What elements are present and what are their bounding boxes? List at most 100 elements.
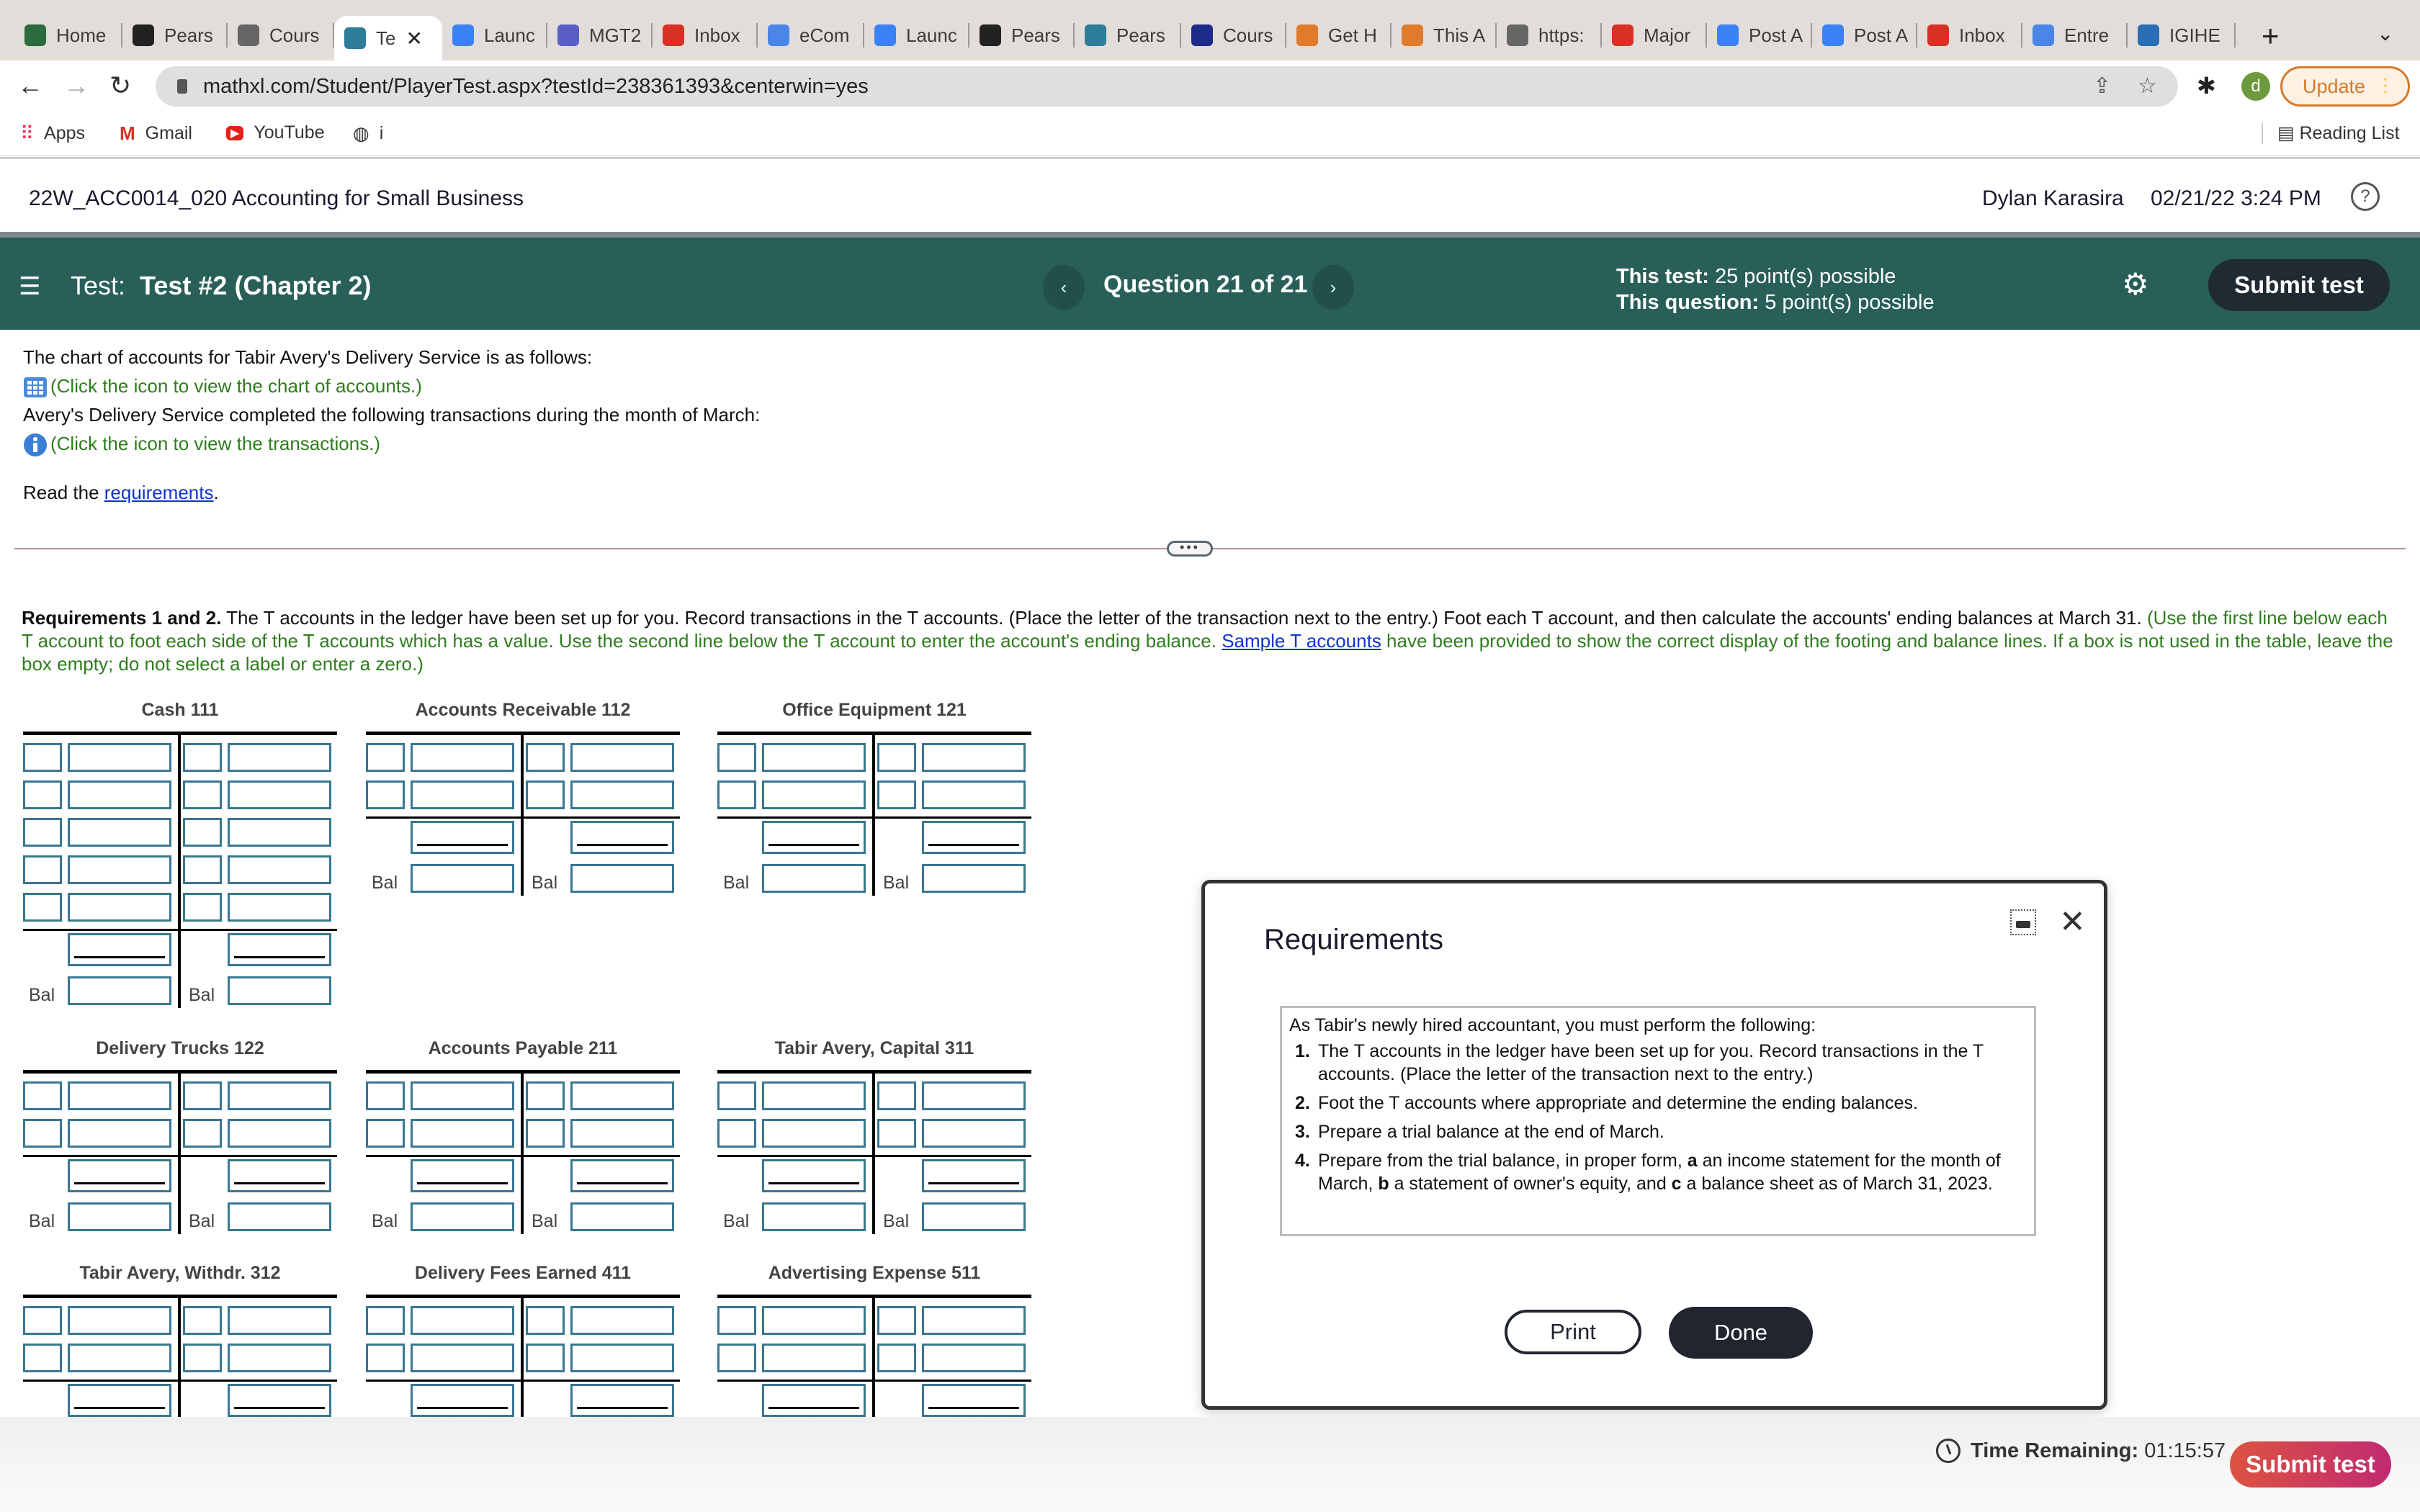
amount-input-credit[interactable] <box>228 893 331 922</box>
submit-test-button-top[interactable]: Submit test <box>2208 259 2390 311</box>
footing-input-debit[interactable] <box>762 1384 866 1417</box>
amount-input-credit[interactable] <box>228 1306 331 1335</box>
update-button[interactable]: Update ⋮ <box>2280 66 2410 107</box>
amount-input-debit[interactable] <box>411 1119 514 1148</box>
amount-input-credit[interactable] <box>922 1081 1026 1110</box>
footing-input-debit[interactable] <box>68 933 171 966</box>
amount-input-debit[interactable] <box>411 1344 514 1372</box>
amount-input-debit[interactable] <box>68 780 171 809</box>
amount-input-debit[interactable] <box>68 855 171 884</box>
address-bar[interactable]: mathxl.com/Student/PlayerTest.aspx?testI… <box>156 66 2178 107</box>
footing-input-credit[interactable] <box>922 1159 1026 1192</box>
browser-tab[interactable]: Pears <box>1075 16 1181 55</box>
amount-input-debit[interactable] <box>68 1344 171 1372</box>
letter-input-debit[interactable] <box>366 780 405 809</box>
letter-input-credit[interactable] <box>526 1081 565 1110</box>
letter-input-credit[interactable] <box>526 1306 565 1335</box>
letter-input-credit[interactable] <box>877 1119 916 1148</box>
letter-input-debit[interactable] <box>23 1306 62 1335</box>
balance-input-debit[interactable] <box>411 1202 514 1231</box>
share-icon[interactable]: ⇪ <box>2093 73 2111 99</box>
browser-tab[interactable]: MGT2 <box>547 16 653 55</box>
question-indicator[interactable]: Question 21 of 21 <box>1103 271 1307 299</box>
browser-tab[interactable]: https: <box>1497 16 1602 55</box>
amount-input-credit[interactable] <box>228 1344 331 1372</box>
balance-input-credit[interactable] <box>922 864 1026 893</box>
balance-input-debit[interactable] <box>762 864 866 893</box>
footing-input-debit[interactable] <box>68 1159 171 1192</box>
amount-input-credit[interactable] <box>922 1119 1026 1148</box>
letter-input-credit[interactable] <box>526 1344 565 1372</box>
pane-resize-handle[interactable]: ••• <box>1167 541 1213 557</box>
letter-input-debit[interactable] <box>366 1081 405 1110</box>
amount-input-debit[interactable] <box>762 1119 866 1148</box>
letter-input-credit[interactable] <box>526 1119 565 1148</box>
letter-input-debit[interactable] <box>366 1119 405 1148</box>
amount-input-credit[interactable] <box>228 1081 331 1110</box>
amount-input-credit[interactable] <box>570 1344 674 1372</box>
table-grid-icon[interactable] <box>23 377 48 398</box>
browser-tab[interactable]: IGIHE <box>2128 16 2236 55</box>
amount-input-debit[interactable] <box>762 780 866 809</box>
print-button[interactable]: Print <box>1505 1310 1641 1354</box>
letter-input-credit[interactable] <box>877 743 916 772</box>
letter-input-debit[interactable] <box>717 1306 756 1335</box>
requirements-link[interactable]: requirements <box>104 482 214 503</box>
letter-input-credit[interactable] <box>183 1119 222 1148</box>
letter-input-credit[interactable] <box>183 743 222 772</box>
bookmark-i[interactable]: ◍ i <box>353 122 383 145</box>
amount-input-credit[interactable] <box>570 743 674 772</box>
letter-input-debit[interactable] <box>23 1081 62 1110</box>
tab-search-chevron-icon[interactable]: ⌄ <box>2377 22 2393 45</box>
amount-input-debit[interactable] <box>68 1306 171 1335</box>
balance-input-credit[interactable] <box>228 1202 331 1231</box>
amount-input-credit[interactable] <box>228 743 331 772</box>
footing-input-credit[interactable] <box>228 1159 331 1192</box>
minimize-icon[interactable] <box>2010 909 2036 935</box>
footing-input-credit[interactable] <box>228 933 331 966</box>
amount-input-credit[interactable] <box>228 855 331 884</box>
transactions-hint[interactable]: (Click the icon to view the transactions… <box>50 433 380 454</box>
amount-input-credit[interactable] <box>922 780 1026 809</box>
balance-input-credit[interactable] <box>922 1202 1026 1231</box>
reload-button[interactable]: ↻ <box>109 71 131 101</box>
balance-input-debit[interactable] <box>411 864 514 893</box>
reading-list-button[interactable]: ▤ Reading List <box>2262 122 2400 144</box>
browser-tab[interactable]: Launc <box>442 16 547 55</box>
letter-input-credit[interactable] <box>526 743 565 772</box>
letter-input-credit[interactable] <box>183 893 222 922</box>
browser-tab[interactable]: Pears <box>969 16 1075 55</box>
bookmark-gmail[interactable]: M Gmail <box>120 122 192 145</box>
letter-input-debit[interactable] <box>23 780 62 809</box>
amount-input-debit[interactable] <box>411 1081 514 1110</box>
letter-input-credit[interactable] <box>526 780 565 809</box>
amount-input-credit[interactable] <box>228 1119 331 1148</box>
hamburger-menu-icon[interactable]: ☰ <box>19 272 40 301</box>
browser-tab[interactable]: Get H <box>1286 16 1392 55</box>
browser-tab[interactable]: Home <box>14 16 122 55</box>
browser-tab[interactable]: Inbox <box>1917 16 2022 55</box>
letter-input-debit[interactable] <box>717 1081 756 1110</box>
amount-input-credit[interactable] <box>570 1119 674 1148</box>
balance-input-debit[interactable] <box>68 976 171 1005</box>
letter-input-debit[interactable] <box>366 1344 405 1372</box>
letter-input-credit[interactable] <box>183 855 222 884</box>
sample-t-accounts-link[interactable]: Sample T accounts <box>1222 630 1381 652</box>
amount-input-credit[interactable] <box>922 743 1026 772</box>
bookmark-star-icon[interactable]: ☆ <box>2138 73 2157 99</box>
footing-input-credit[interactable] <box>570 1159 674 1192</box>
amount-input-credit[interactable] <box>922 1344 1026 1372</box>
balance-input-credit[interactable] <box>570 1202 674 1231</box>
browser-tab[interactable]: Pears <box>122 16 228 55</box>
profile-avatar[interactable]: d <box>2241 72 2270 101</box>
amount-input-debit[interactable] <box>68 1081 171 1110</box>
amount-input-credit[interactable] <box>570 1081 674 1110</box>
amount-input-debit[interactable] <box>762 1306 866 1335</box>
letter-input-debit[interactable] <box>366 1306 405 1335</box>
balance-input-credit[interactable] <box>228 976 331 1005</box>
amount-input-credit[interactable] <box>570 1306 674 1335</box>
url-text[interactable]: mathxl.com/Student/PlayerTest.aspx?testI… <box>203 75 869 99</box>
footing-input-debit[interactable] <box>68 1384 171 1417</box>
amount-input-credit[interactable] <box>570 780 674 809</box>
amount-input-credit[interactable] <box>228 818 331 847</box>
